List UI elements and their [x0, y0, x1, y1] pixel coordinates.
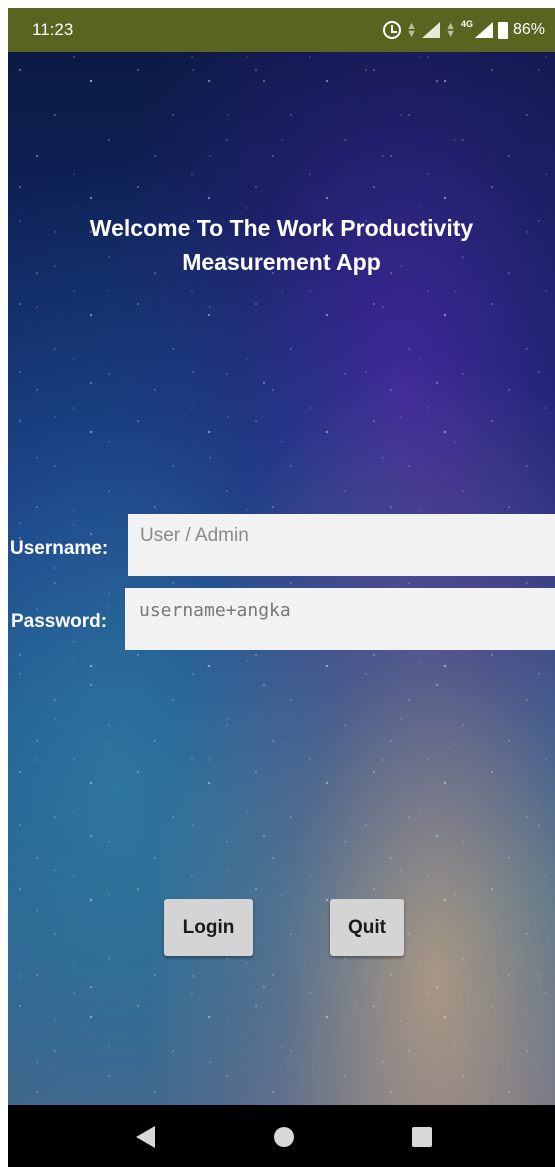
password-input[interactable]: [125, 588, 555, 650]
signal-icon: [422, 22, 441, 38]
quit-button[interactable]: Quit: [330, 899, 404, 956]
back-icon[interactable]: [136, 1126, 155, 1148]
username-label: Username:: [10, 538, 109, 559]
network-type-label: 4G: [460, 19, 473, 29]
star-field: [8, 52, 555, 1105]
home-icon[interactable]: [274, 1127, 294, 1147]
welcome-title: Welcome To The Work Productivity Measure…: [89, 215, 474, 275]
navigation-bar: [8, 1105, 555, 1167]
data-arrows-icon: ▲ ▼: [406, 20, 418, 40]
login-button[interactable]: Login: [164, 899, 253, 956]
alarm-icon: [383, 21, 402, 39]
battery-percent: 86%: [512, 21, 545, 38]
username-input[interactable]: [128, 514, 555, 576]
status-time: 11:23: [32, 20, 74, 39]
status-icons: ▲ ▼ ▲ ▼ 4G 86%: [378, 18, 545, 42]
status-bar: 11:23 ▲ ▼ ▲ ▼ 4G 86%: [8, 8, 555, 52]
recents-icon[interactable]: [412, 1127, 432, 1147]
phone-screen: 11:23 ▲ ▼ ▲ ▼ 4G 86% Welcome To The Work P…: [8, 8, 555, 1167]
signal-icon: [474, 22, 493, 38]
battery-icon: [497, 21, 508, 39]
password-label: Password:: [11, 611, 108, 632]
starry-background: [8, 52, 555, 1105]
data-arrows-icon: ▲ ▼: [445, 20, 456, 40]
